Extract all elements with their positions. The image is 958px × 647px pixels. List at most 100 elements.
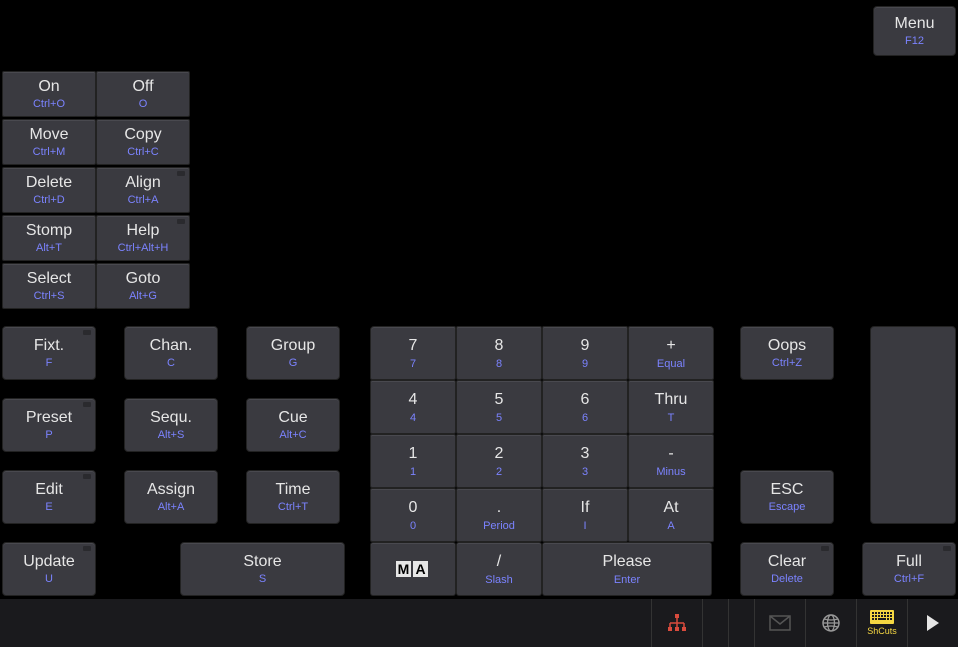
help-button[interactable]: HelpCtrl+Alt+H xyxy=(96,215,190,261)
button-label: Time xyxy=(276,481,311,499)
num-9[interactable]: 99 xyxy=(542,326,628,380)
update-button[interactable]: Update U xyxy=(2,542,96,596)
button-shortcut: 6 xyxy=(582,412,588,424)
num-minus[interactable]: -Minus xyxy=(628,434,714,488)
num-if[interactable]: If I xyxy=(542,488,628,542)
bottom-bar: ShCuts xyxy=(0,599,958,647)
button-label: 2 xyxy=(495,445,504,463)
button-shortcut: C xyxy=(167,357,175,369)
button-label: If xyxy=(581,499,590,517)
button-shortcut: Alt+C xyxy=(279,429,306,441)
update-shortcut: U xyxy=(45,573,53,585)
num-5[interactable]: 55 xyxy=(456,380,542,434)
cue-button[interactable]: Cue Alt+C xyxy=(246,398,340,452)
clear-label: Clear xyxy=(768,553,806,571)
button-label: Cue xyxy=(278,409,307,427)
please-button[interactable]: Please Enter xyxy=(542,542,712,596)
sequ-button[interactable]: Sequ.Alt+S xyxy=(124,398,218,452)
group-button[interactable]: GroupG xyxy=(246,326,340,380)
assign-button[interactable]: AssignAlt+A xyxy=(124,470,218,524)
num-0[interactable]: 00 xyxy=(370,488,456,542)
corner-indicator xyxy=(177,219,185,224)
preset-button[interactable]: Preset P xyxy=(2,398,96,452)
network-icon-button[interactable] xyxy=(651,599,702,647)
button-shortcut: 8 xyxy=(496,358,502,370)
edit-button[interactable]: EditE xyxy=(2,470,96,524)
button-shortcut: Ctrl+S xyxy=(34,290,65,302)
button-label: Off xyxy=(132,78,153,96)
num-8[interactable]: 88 xyxy=(456,326,542,380)
copy-button[interactable]: Copy Ctrl+C xyxy=(96,119,190,165)
esc-button[interactable]: ESC Escape xyxy=(740,470,834,524)
num-6[interactable]: 66 xyxy=(542,380,628,434)
full-button[interactable]: Full Ctrl+F xyxy=(862,542,956,596)
chan-button[interactable]: Chan. C xyxy=(124,326,218,380)
align-button[interactable]: AlignCtrl+A xyxy=(96,167,190,213)
button-shortcut: 2 xyxy=(496,466,502,478)
button-label: Sequ. xyxy=(150,409,192,427)
num-slash[interactable]: / Slash xyxy=(456,542,542,596)
button-label: Select xyxy=(27,270,71,288)
button-label: Copy xyxy=(124,126,161,144)
button-label: Chan. xyxy=(150,337,193,355)
oops-button[interactable]: Oops Ctrl+Z xyxy=(740,326,834,380)
button-label: Align xyxy=(125,174,161,192)
num-3[interactable]: 33 xyxy=(542,434,628,488)
button-label: - xyxy=(668,445,673,463)
button-label: 5 xyxy=(495,391,504,409)
num-2[interactable]: 22 xyxy=(456,434,542,488)
button-shortcut: Ctrl+C xyxy=(127,146,158,158)
ma-button[interactable]: MA xyxy=(370,542,456,596)
time-button[interactable]: TimeCtrl+T xyxy=(246,470,340,524)
shortcuts-button[interactable]: ShCuts xyxy=(856,599,907,647)
button-shortcut: Ctrl+M xyxy=(33,146,66,158)
button-label: 3 xyxy=(581,445,590,463)
corner-indicator xyxy=(83,402,91,407)
num-at[interactable]: AtA xyxy=(628,488,714,542)
play-icon xyxy=(925,614,941,632)
num-4[interactable]: 44 xyxy=(370,380,456,434)
button-label: Assign xyxy=(147,481,195,499)
button-shortcut: 9 xyxy=(582,358,588,370)
button-label: 0 xyxy=(409,499,418,517)
on-button[interactable]: OnCtrl+O xyxy=(2,71,96,117)
corner-indicator xyxy=(83,546,91,551)
esc-label: ESC xyxy=(771,481,804,499)
num-period[interactable]: .Period xyxy=(456,488,542,542)
menu-button[interactable]: Menu F12 xyxy=(873,6,956,56)
num-7[interactable]: 77 xyxy=(370,326,456,380)
num-1[interactable]: 11 xyxy=(370,434,456,488)
button-shortcut: 4 xyxy=(410,412,416,424)
blank-tall-button[interactable] xyxy=(870,326,956,524)
clear-button[interactable]: Clear Delete xyxy=(740,542,834,596)
store-shortcut: S xyxy=(259,573,266,585)
goto-button[interactable]: GotoAlt+G xyxy=(96,263,190,309)
button-shortcut: Ctrl+Alt+H xyxy=(118,242,169,254)
button-shortcut: Equal xyxy=(657,358,685,370)
globe-icon-button[interactable] xyxy=(805,599,856,647)
bottom-blank-1[interactable] xyxy=(702,599,728,647)
button-label: Edit xyxy=(35,481,63,499)
stomp-button[interactable]: StompAlt+T xyxy=(2,215,96,261)
store-button[interactable]: Store S xyxy=(180,542,345,596)
fixt-button[interactable]: Fixt.F xyxy=(2,326,96,380)
num-plus[interactable]: + Equal xyxy=(628,326,714,380)
button-label: Preset xyxy=(26,409,72,427)
off-button[interactable]: OffO xyxy=(96,71,190,117)
move-button[interactable]: MoveCtrl+M xyxy=(2,119,96,165)
button-label: + xyxy=(666,337,675,355)
select-button[interactable]: Select Ctrl+S xyxy=(2,263,96,309)
delete-button[interactable]: DeleteCtrl+D xyxy=(2,167,96,213)
bottom-blank-2[interactable] xyxy=(728,599,754,647)
button-label: 9 xyxy=(581,337,590,355)
oops-label: Oops xyxy=(768,337,806,355)
mail-icon-button[interactable] xyxy=(754,599,805,647)
play-icon-button[interactable] xyxy=(907,599,958,647)
globe-icon xyxy=(821,613,841,633)
corner-indicator xyxy=(83,474,91,479)
button-shortcut: I xyxy=(583,520,586,532)
button-shortcut: P xyxy=(45,429,52,441)
num-thru[interactable]: ThruT xyxy=(628,380,714,434)
corner-indicator xyxy=(821,546,829,551)
update-label: Update xyxy=(23,553,75,571)
